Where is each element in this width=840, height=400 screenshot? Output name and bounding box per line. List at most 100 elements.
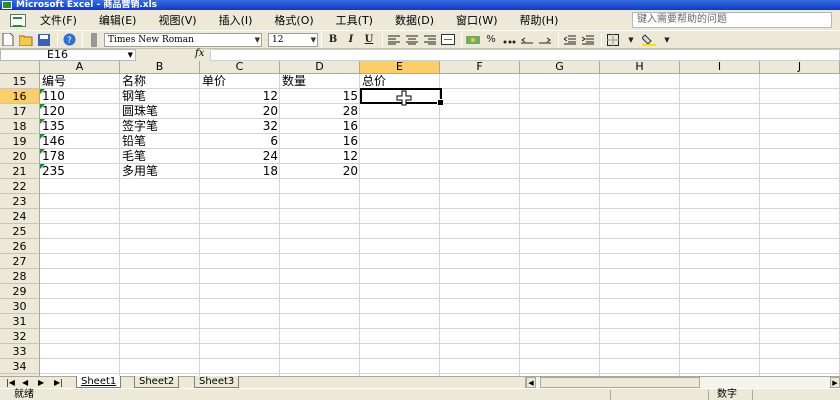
fill-color-icon[interactable] (641, 33, 657, 47)
row-header[interactable]: 21 (0, 164, 40, 179)
chevron-down-icon[interactable]: ▼ (659, 33, 675, 47)
table-cell[interactable]: 120 (40, 104, 120, 119)
workbook-icon[interactable] (10, 13, 26, 27)
table-cell[interactable]: 146 (40, 134, 120, 149)
font-name-select[interactable]: Times New Roman ▼ (104, 32, 262, 47)
name-box[interactable]: E16 ▼ (0, 49, 136, 61)
row-header[interactable]: 29 (0, 284, 40, 299)
column-header[interactable]: C (200, 61, 280, 74)
header-cell[interactable]: 名称 (120, 74, 200, 89)
menu-edit[interactable]: 编辑(E) (93, 12, 143, 28)
column-header[interactable]: F (440, 61, 520, 74)
prev-sheet-icon[interactable]: ◀ (22, 377, 28, 388)
table-cell[interactable]: 多用笔 (120, 164, 200, 179)
align-left-icon[interactable] (386, 33, 402, 47)
row-header[interactable]: 30 (0, 299, 40, 314)
sheet-tab-2[interactable]: Sheet2 (134, 376, 180, 388)
select-all-corner[interactable] (0, 61, 40, 74)
sheet-tab-1[interactable]: Sheet1 (76, 376, 122, 388)
help-search-input[interactable]: 键入需要帮助的问题 (632, 12, 832, 28)
bold-button[interactable]: B (325, 33, 341, 47)
row-header[interactable]: 33 (0, 344, 40, 359)
row-header[interactable]: 34 (0, 359, 40, 374)
row-header[interactable]: 26 (0, 239, 40, 254)
last-sheet-icon[interactable]: ▶| (54, 377, 63, 388)
header-cell[interactable]: 数量 (280, 74, 360, 89)
percent-button[interactable]: % (483, 33, 499, 47)
align-center-icon[interactable] (404, 33, 420, 47)
row-header[interactable]: 32 (0, 329, 40, 344)
insert-function-button[interactable]: fx (195, 48, 204, 59)
row-header[interactable]: 19 (0, 134, 40, 149)
italic-button[interactable]: I (343, 33, 359, 47)
table-cell[interactable]: 135 (40, 119, 120, 134)
row-header[interactable]: 31 (0, 314, 40, 329)
menu-format[interactable]: 格式(O) (268, 12, 319, 28)
column-header[interactable]: G (520, 61, 600, 74)
increase-indent-icon[interactable] (580, 33, 596, 47)
column-header[interactable]: J (760, 61, 840, 74)
row-header[interactable]: 18 (0, 119, 40, 134)
formula-input[interactable] (210, 49, 840, 61)
column-header[interactable]: B (120, 61, 200, 74)
currency-icon[interactable] (465, 33, 481, 47)
row-header[interactable]: 23 (0, 194, 40, 209)
table-cell[interactable]: 毛笔 (120, 149, 200, 164)
chevron-down-icon[interactable]: ▼ (623, 33, 639, 47)
first-sheet-icon[interactable]: |◀ (6, 377, 15, 388)
row-header[interactable]: 17 (0, 104, 40, 119)
menu-view[interactable]: 视图(V) (152, 12, 202, 28)
decrease-indent-icon[interactable] (562, 33, 578, 47)
menu-tools[interactable]: 工具(T) (330, 12, 379, 28)
table-cell[interactable]: 铅笔 (120, 134, 200, 149)
scroll-thumb[interactable] (540, 377, 700, 388)
menu-file[interactable]: 文件(F) (34, 12, 83, 28)
menu-insert[interactable]: 插入(I) (213, 12, 259, 28)
table-cell[interactable]: 20 (200, 104, 280, 119)
table-cell[interactable]: 6 (200, 134, 280, 149)
next-sheet-icon[interactable]: ▶ (38, 377, 44, 388)
table-cell[interactable]: 24 (200, 149, 280, 164)
sheet-tab-3[interactable]: Sheet3 (194, 376, 240, 388)
scroll-right-icon[interactable]: ▶ (830, 377, 840, 388)
menu-data[interactable]: 数据(D) (389, 12, 440, 28)
column-header[interactable]: A (40, 61, 120, 74)
table-cell[interactable]: 12 (200, 89, 280, 104)
merge-center-icon[interactable] (440, 33, 456, 47)
comma-style-icon[interactable] (501, 33, 517, 47)
table-cell[interactable]: 钢笔 (120, 89, 200, 104)
menu-help[interactable]: 帮助(H) (514, 12, 565, 28)
spreadsheet-grid[interactable]: A B C D E F G H I J 15 16 17 18 19 20 21 22 23 24 25 26 27 28 29… (0, 61, 840, 376)
table-cell[interactable]: 圆珠笔 (120, 104, 200, 119)
table-cell[interactable]: 签字笔 (120, 119, 200, 134)
scroll-left-icon[interactable]: ◀ (526, 377, 536, 388)
save-icon[interactable] (36, 33, 52, 47)
table-cell[interactable]: 28 (280, 104, 360, 119)
font-size-select[interactable]: 12 ▼ (268, 32, 318, 47)
horizontal-scrollbar[interactable]: ◀ ▶ (525, 377, 840, 388)
table-cell[interactable]: 32 (200, 119, 280, 134)
row-header[interactable]: 24 (0, 209, 40, 224)
table-cell[interactable]: 110 (40, 89, 120, 104)
header-cell[interactable]: 单价 (200, 74, 280, 89)
row-header[interactable]: 15 (0, 74, 40, 89)
row-header[interactable]: 28 (0, 269, 40, 284)
decrease-decimal-icon[interactable] (537, 33, 553, 47)
align-right-icon[interactable] (422, 33, 438, 47)
open-folder-icon[interactable] (18, 33, 34, 47)
column-header[interactable]: I (680, 61, 760, 74)
table-cell[interactable]: 16 (280, 119, 360, 134)
new-document-icon[interactable] (0, 33, 16, 47)
table-cell[interactable]: 178 (40, 149, 120, 164)
table-cell[interactable]: 12 (280, 149, 360, 164)
row-header[interactable]: 16 (0, 89, 40, 104)
table-cell[interactable]: 18 (200, 164, 280, 179)
table-cell[interactable]: 20 (280, 164, 360, 179)
table-cell[interactable]: 235 (40, 164, 120, 179)
column-header[interactable]: E (360, 61, 440, 74)
table-cell[interactable]: 15 (280, 89, 360, 104)
row-header[interactable]: 22 (0, 179, 40, 194)
row-header[interactable]: 20 (0, 149, 40, 164)
help-icon[interactable]: ? (61, 33, 77, 47)
column-header[interactable]: H (600, 61, 680, 74)
